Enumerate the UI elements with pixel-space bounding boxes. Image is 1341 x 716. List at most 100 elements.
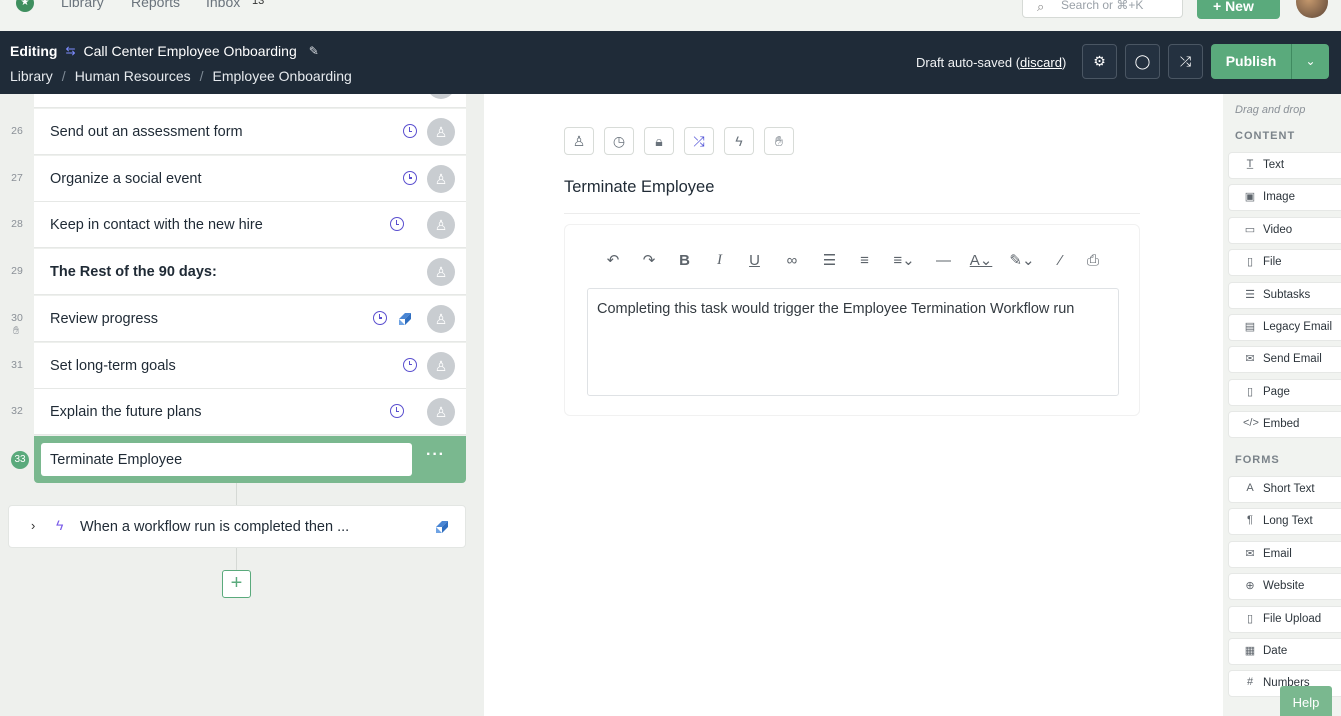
task-row[interactable]: Set long-term goals ♙ xyxy=(34,342,466,389)
publish-options-chevron-icon[interactable]: ⌄ xyxy=(1292,44,1329,79)
conditional-logic-shuffle-icon[interactable]: ⤮ xyxy=(684,127,714,155)
chevron-right-icon[interactable]: › xyxy=(31,518,35,533)
permissions-lock-icon[interactable]: 🔒︎ xyxy=(644,127,674,155)
task-number: 27 xyxy=(11,171,23,184)
horizontal-rule-icon[interactable]: — xyxy=(926,252,961,269)
palette-item-date[interactable]: ▦ Date xyxy=(1228,638,1341,665)
logic-button[interactable]: ⤮ xyxy=(1168,44,1203,79)
task-more-options-icon[interactable]: ··· xyxy=(426,446,445,464)
comments-button[interactable]: ◯ xyxy=(1125,44,1160,79)
palette-item-website[interactable]: ⊕ Website xyxy=(1228,573,1341,601)
numbered-list-icon[interactable]: ≡ xyxy=(847,252,882,269)
palette-item-short-text[interactable]: A Short Text xyxy=(1228,476,1341,503)
palette-item-video[interactable]: ▭ Video xyxy=(1228,216,1341,244)
search-placeholder: Search or ⌘+K xyxy=(1061,0,1144,12)
bold-icon[interactable]: B xyxy=(667,252,702,269)
palette-item-label: Date xyxy=(1263,645,1288,657)
task-list-pane: ♙ 26 Send out an assessment form ♙ 27 Organiz… xyxy=(0,94,484,716)
assignee-avatar-icon[interactable]: ♙ xyxy=(427,398,455,427)
breadcrumb-library[interactable]: Library xyxy=(10,68,53,84)
link-icon[interactable]: ∞ xyxy=(772,252,812,269)
task-label: Set long-term goals xyxy=(50,357,176,374)
palette-item-send-email[interactable]: ✉ Send Email xyxy=(1228,346,1341,374)
palette-item-label: Send Email xyxy=(1263,353,1322,366)
embed-icon: </> xyxy=(1243,417,1259,430)
website-icon: ⊕ xyxy=(1245,580,1255,593)
settings-button[interactable]: ⚙ xyxy=(1082,44,1117,79)
palette-item-subtasks[interactable]: ☰ Subtasks xyxy=(1228,281,1341,309)
print-icon[interactable]: ⎙ xyxy=(1078,252,1108,269)
stop-task-hand-icon[interactable]: ✋︎ xyxy=(764,127,794,155)
task-row[interactable]: Organize a social event ♙ xyxy=(34,155,466,202)
task-row[interactable]: Review progress ♙ xyxy=(34,295,466,342)
bullet-list-icon[interactable]: ☰ xyxy=(812,251,847,269)
new-button[interactable]: + New xyxy=(1197,0,1280,19)
selected-task-number: 33 xyxy=(11,451,29,469)
task-row[interactable]: ♙ xyxy=(34,94,466,108)
highlight-icon[interactable]: ✎⌄ xyxy=(1001,251,1043,269)
text-color-icon[interactable]: A⌄ xyxy=(961,251,1001,269)
assignee-avatar-icon[interactable]: ♙ xyxy=(427,94,455,99)
assign-user-icon[interactable]: ♙ xyxy=(564,127,594,155)
add-task-button[interactable]: + xyxy=(222,570,251,598)
due-date-clock-icon xyxy=(373,310,387,325)
italic-icon[interactable]: I xyxy=(702,252,737,269)
assignee-avatar-icon[interactable]: ♙ xyxy=(427,211,455,240)
palette-item-long-text[interactable]: ¶ Long Text xyxy=(1228,508,1341,536)
breadcrumb-employee-onboarding[interactable]: Employee Onboarding xyxy=(213,68,352,84)
automation-lightning-icon[interactable]: ϟ xyxy=(724,127,754,155)
help-button[interactable]: Help xyxy=(1280,686,1332,716)
breadcrumb: Library / Human Resources / Employee Onboard… xyxy=(10,68,352,84)
due-date-clock-icon xyxy=(403,170,417,185)
discard-link[interactable]: discard xyxy=(1020,55,1062,70)
due-date-clock-icon[interactable]: ◷ xyxy=(604,127,634,155)
breadcrumb-human-resources[interactable]: Human Resources xyxy=(75,68,191,84)
palette-item-image[interactable]: ▣ Image xyxy=(1228,184,1341,212)
redo-icon[interactable]: ↷ xyxy=(631,251,667,269)
user-avatar[interactable] xyxy=(1296,0,1328,18)
palette-hint: Drag and drop xyxy=(1235,104,1306,116)
app-logo-icon[interactable]: ★ xyxy=(16,0,34,12)
task-row[interactable]: Send out an assessment form ♙ xyxy=(34,109,466,155)
palette-item-email[interactable]: ✉ Email xyxy=(1228,540,1341,568)
assignee-avatar-icon[interactable]: ♙ xyxy=(427,118,455,146)
draft-status-suffix: ) xyxy=(1061,55,1067,70)
palette-item-file-upload[interactable]: ▯ File Upload xyxy=(1228,605,1341,633)
assignee-avatar-icon[interactable]: ♙ xyxy=(427,304,455,333)
palette-item-embed[interactable]: </> Embed xyxy=(1228,411,1341,439)
long-text-icon: ¶ xyxy=(1247,514,1253,527)
widget-palette: Drag and drop CONTENT T̲ Text ▣ Image ▭ Video… xyxy=(1223,94,1341,716)
due-date-clock-icon xyxy=(390,217,404,232)
assignee-avatar-icon[interactable]: ♙ xyxy=(427,164,455,193)
task-row[interactable]: Explain the future plans ♙ xyxy=(34,389,466,436)
undo-icon[interactable]: ↶ xyxy=(595,251,631,269)
palette-item-file[interactable]: ▯ File xyxy=(1228,249,1341,277)
content-section-heading: CONTENT xyxy=(1235,130,1296,142)
edit-title-icon[interactable]: ✎ xyxy=(309,44,319,58)
underline-icon[interactable]: U xyxy=(737,252,772,269)
assignee-avatar-icon[interactable]: ♙ xyxy=(427,351,455,380)
email-icon: ✉ xyxy=(1245,547,1255,560)
workflow-trigger-row[interactable]: › ϟ When a workflow run is completed the… xyxy=(8,505,466,548)
task-label: Explain the future plans xyxy=(50,404,202,421)
nav-inbox-link[interactable]: Inbox xyxy=(206,0,240,10)
nav-library-link[interactable]: Library xyxy=(61,0,104,10)
task-name-input[interactable]: Terminate Employee xyxy=(41,443,412,476)
publish-button[interactable]: Publish xyxy=(1211,44,1292,79)
selected-task-row[interactable]: Terminate Employee ··· xyxy=(34,436,466,483)
forms-section-heading: FORMS xyxy=(1235,454,1280,466)
search-input[interactable]: ⌕ Search or ⌘+K xyxy=(1022,0,1183,18)
task-row[interactable]: The Rest of the 90 days: ♙ xyxy=(34,249,466,296)
palette-item-label: Subtasks xyxy=(1263,288,1311,301)
magic-wand-icon[interactable]: ⁄ xyxy=(1043,252,1078,269)
task-row[interactable]: Keep in contact with the new hire ♙ xyxy=(34,202,466,249)
palette-item-legacy-email[interactable]: ▤ Legacy Email xyxy=(1228,314,1341,341)
align-icon[interactable]: ≡⌄ xyxy=(882,251,926,269)
shuffle-icon: ⤮ xyxy=(1179,53,1192,69)
text-widget-content[interactable]: Completing this task would trigger the E… xyxy=(587,288,1119,396)
assignee-avatar-icon[interactable]: ♙ xyxy=(427,258,455,287)
task-number: 32 xyxy=(11,405,23,418)
palette-item-page[interactable]: ▯ Page xyxy=(1228,378,1341,406)
nav-reports-link[interactable]: Reports xyxy=(131,0,180,10)
palette-item-text[interactable]: T̲ Text xyxy=(1228,152,1341,179)
